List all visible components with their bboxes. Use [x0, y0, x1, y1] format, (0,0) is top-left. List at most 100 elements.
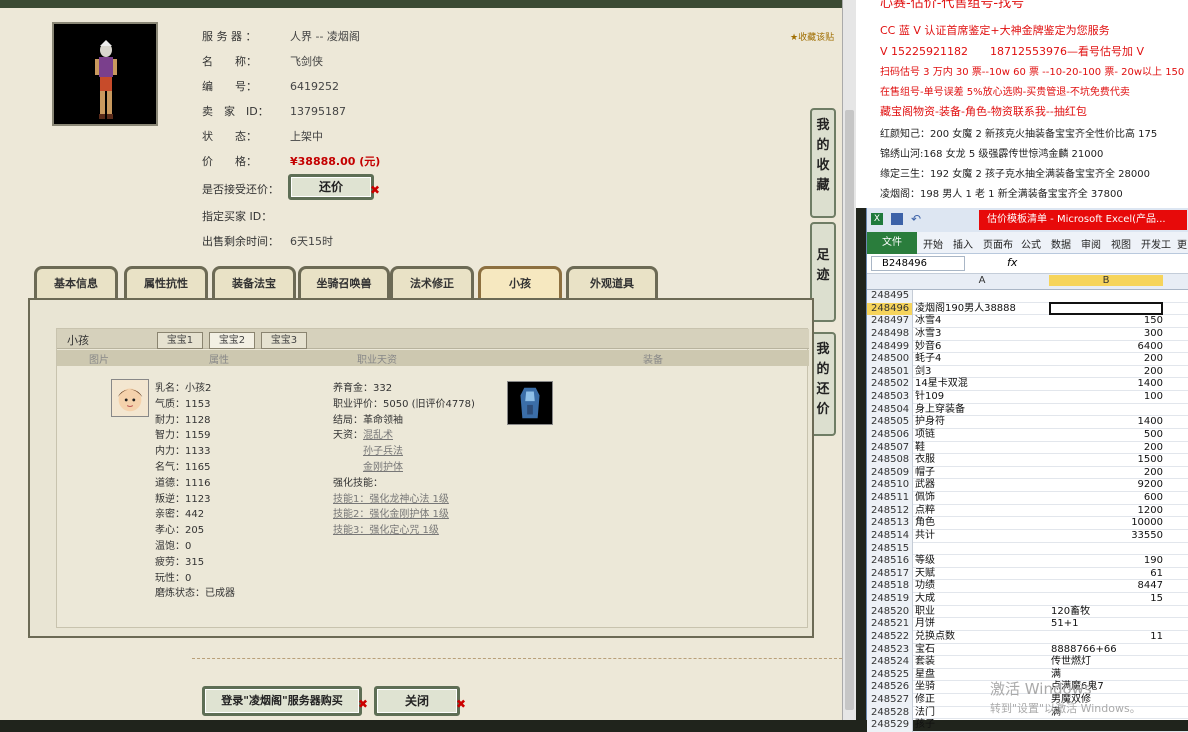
cell-a[interactable]: 冰雪3 [915, 328, 941, 340]
name-box[interactable]: B248496 [871, 256, 965, 271]
save-icon[interactable] [891, 213, 903, 225]
skill-link[interactable]: 技能3：强化定心咒 1级 [333, 521, 475, 537]
talent-link[interactable]: 混乱术 [363, 430, 393, 441]
row-number[interactable]: 248506 [867, 428, 913, 442]
cell-b[interactable]: 61 [1049, 568, 1163, 580]
sheet-row[interactable]: 248509 帽子 200 [867, 466, 1188, 480]
sheet-row[interactable]: 248524 套装 传世燃灯 [867, 656, 1188, 669]
cell-b[interactable]: 190 [1049, 555, 1163, 567]
cell-a[interactable]: 冰雪4 [915, 315, 941, 327]
my-favorites-button[interactable]: 我的收藏 [810, 108, 836, 218]
cell-b[interactable]: 1400 [1049, 378, 1163, 390]
cell-b[interactable]: 51+1 [1051, 618, 1165, 630]
fx-icon[interactable]: fx [1007, 256, 1017, 269]
cell-a[interactable]: 职业 [915, 606, 935, 618]
row-number[interactable]: 248500 [867, 353, 913, 366]
sheet-row[interactable]: 248506 项链 500 [867, 428, 1188, 442]
tab-spells[interactable]: 法术修正 [390, 266, 474, 300]
sheet-row[interactable]: 248507 鞋 200 [867, 441, 1188, 455]
cell-a[interactable]: 大成 [915, 593, 935, 605]
cell-a[interactable]: 剑3 [915, 366, 931, 378]
cell-a[interactable]: 针109 [915, 391, 944, 403]
login-buy-button[interactable]: 登录"凌烟阁"服务器购买 ✖ [202, 686, 368, 716]
undo-icon[interactable]: ↶ [911, 213, 923, 225]
cell-a[interactable]: 护身符 [915, 416, 945, 428]
cell-b[interactable]: 33550 [1049, 530, 1163, 542]
sheet-row[interactable]: 248502 14星卡双混 1400 [867, 378, 1188, 391]
talent-link[interactable]: 金刚护体 [363, 462, 403, 473]
baby-tab-2[interactable]: 宝宝2 [209, 332, 255, 349]
col-b-header[interactable]: B [1049, 275, 1163, 286]
talent-link[interactable]: 孙子兵法 [363, 446, 403, 457]
sheet-row[interactable]: 248508 衣服 1500 [867, 454, 1188, 467]
selected-cell[interactable] [1049, 302, 1163, 315]
cell-b[interactable]: 1500 [1049, 454, 1163, 466]
row-number[interactable]: 248513 [867, 517, 913, 530]
sheet-row[interactable]: 248522 兑换点数 11 [867, 630, 1188, 644]
close-button[interactable]: 关闭 ✖ [374, 686, 466, 716]
ribbon-review[interactable]: 审阅 [1081, 236, 1101, 251]
cell-b[interactable]: 200 [1049, 442, 1163, 454]
cell-a[interactable]: 项链 [915, 429, 935, 441]
sheet-row[interactable]: 248505 护身符 1400 [867, 416, 1188, 429]
row-number[interactable]: 248511 [867, 492, 913, 505]
sheet-row[interactable]: 248498 冰雪3 300 [867, 327, 1188, 341]
sheet-row[interactable]: 248503 针109 100 [867, 391, 1188, 404]
tab-equipment[interactable]: 装备法宝 [212, 266, 296, 300]
sheet-row[interactable]: 248511 佩饰 600 [867, 492, 1188, 505]
cell-a[interactable]: 凌烟阁190男人38888 [915, 303, 1016, 315]
row-number[interactable]: 248495 [867, 290, 913, 303]
cell-b[interactable]: 120畜牧 [1051, 606, 1165, 618]
ribbon-more[interactable]: 更 [1177, 236, 1187, 251]
row-number[interactable]: 248528 [867, 706, 913, 720]
tab-mounts[interactable]: 坐骑召唤兽 [298, 266, 390, 300]
row-number[interactable]: 248516 [867, 555, 913, 568]
cell-a[interactable]: 星盘 [915, 669, 935, 681]
sheet-row[interactable]: 248514 共计 33550 [867, 529, 1188, 543]
sheet-row[interactable]: 248515 [867, 542, 1188, 556]
cell-a[interactable]: 等级 [915, 555, 935, 567]
sheet-row[interactable]: 248518 功绩 8447 [867, 580, 1188, 593]
row-number[interactable]: 248501 [867, 365, 913, 379]
cell-a[interactable]: 共计 [915, 530, 935, 542]
row-number[interactable]: 248522 [867, 630, 913, 644]
row-number[interactable]: 248527 [867, 694, 913, 707]
sheet-row[interactable]: 248510 武器 9200 [867, 479, 1188, 492]
skill-link[interactable]: 技能2：强化金刚护体 1级 [333, 505, 475, 521]
baby-tab-1[interactable]: 宝宝1 [157, 332, 203, 349]
game-scrollbar[interactable] [842, 0, 856, 720]
cell-a[interactable]: 孩子 [915, 719, 935, 731]
cell-b[interactable]: 1400 [1049, 416, 1163, 428]
cell-b[interactable]: 9200 [1049, 479, 1163, 491]
sheet-row[interactable]: 248497 冰雪4 150 [867, 315, 1188, 328]
row-number[interactable]: 248507 [867, 441, 913, 455]
sheet-row[interactable]: 248501 剑3 200 [867, 365, 1188, 379]
ribbon-home[interactable]: 开始 [923, 236, 943, 251]
ribbon-page-layout[interactable]: 页面布 [983, 236, 1013, 251]
cell-a[interactable]: 鞋 [915, 442, 925, 454]
row-number[interactable]: 248497 [867, 315, 913, 328]
sheet-row[interactable]: 248495 [867, 290, 1188, 303]
row-number[interactable]: 248514 [867, 529, 913, 543]
child-equipment[interactable] [507, 381, 553, 425]
cell-b[interactable]: 200 [1049, 467, 1163, 479]
sheet-row[interactable]: 248519 大成 15 [867, 593, 1188, 606]
row-number[interactable]: 248529 [867, 719, 913, 732]
sheet-row[interactable]: 248500 蚝子4 200 [867, 353, 1188, 366]
row-number[interactable]: 248517 [867, 567, 913, 581]
row-number[interactable]: 248512 [867, 504, 913, 518]
row-number[interactable]: 248515 [867, 542, 913, 556]
row-number[interactable]: 248505 [867, 416, 913, 429]
sheet-row[interactable]: 248513 角色 10000 [867, 517, 1188, 530]
row-number[interactable]: 248521 [867, 618, 913, 631]
row-number[interactable]: 248520 [867, 605, 913, 619]
sheet-row[interactable]: 248521 月饼 51+1 [867, 618, 1188, 631]
row-number[interactable]: 248499 [867, 340, 913, 354]
cell-b[interactable]: 传世燃灯 [1051, 656, 1165, 668]
row-number[interactable]: 248525 [867, 668, 913, 682]
row-number[interactable]: 248498 [867, 327, 913, 341]
col-a-header[interactable]: A [915, 275, 1049, 286]
collect-link[interactable]: ★收藏该贴 [790, 30, 834, 43]
baby-tab-3[interactable]: 宝宝3 [261, 332, 307, 349]
cell-a[interactable]: 佩饰 [915, 492, 935, 504]
